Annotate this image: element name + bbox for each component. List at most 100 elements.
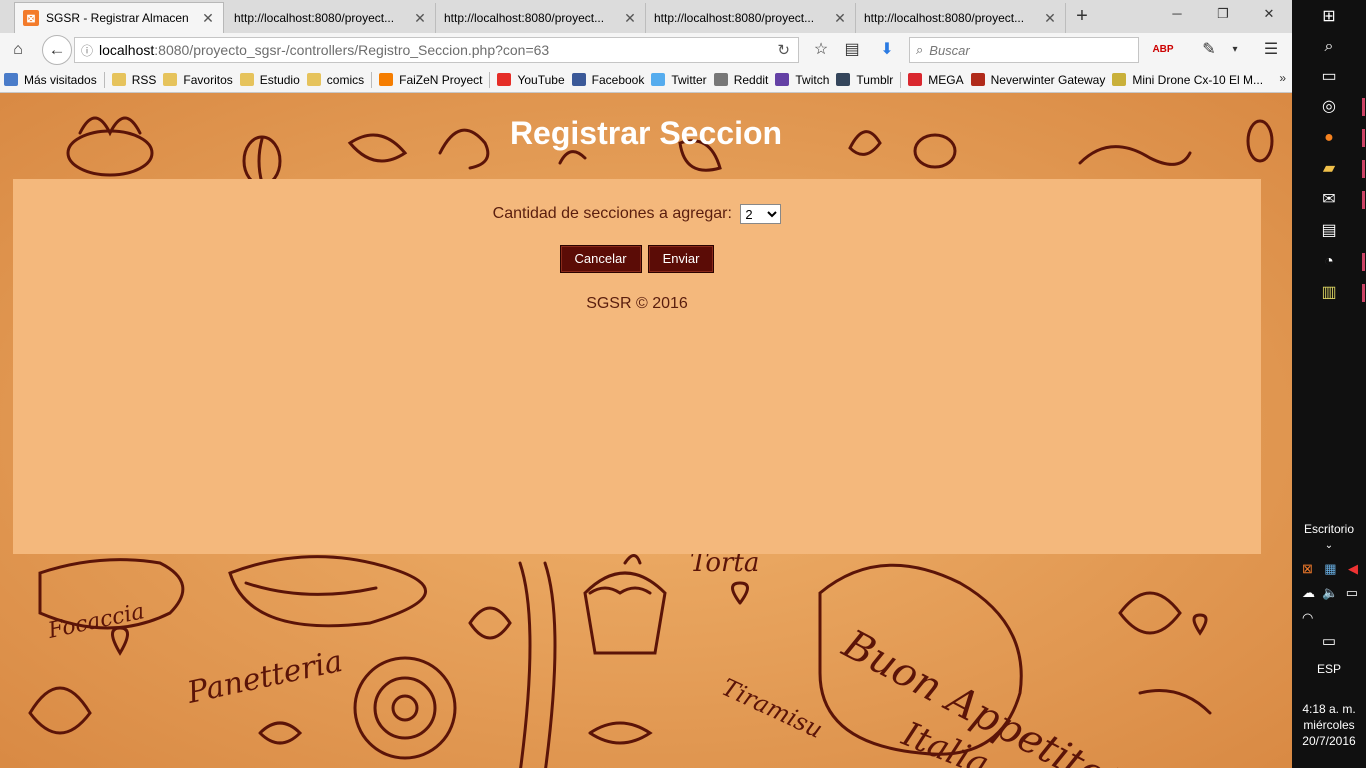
bookmark-neverwinter[interactable]: Neverwinter Gateway [970, 73, 1105, 87]
quantity-select[interactable]: 2 [740, 204, 782, 224]
tray-row-3: ◠ [1302, 610, 1358, 626]
bookmark-label: Más visitados [24, 72, 97, 87]
app-tray-icon[interactable]: ▦ [1324, 561, 1336, 577]
chevron-down-icon[interactable]: ▾ [1222, 37, 1248, 63]
tab-localhost-1[interactable]: http://localhost:8080/proyect... ✕ [226, 3, 436, 33]
bookmark-label: Mini Drone Cx-10 El M... [1132, 72, 1264, 87]
xampp-icon: ⊠ [23, 10, 39, 26]
cancel-button[interactable]: Cancelar [559, 245, 642, 273]
bookmark-tumblr[interactable]: Tumblr [836, 73, 893, 87]
control-panel-icon[interactable]: ◔ [1316, 249, 1342, 275]
language-indicator[interactable]: ESP [1292, 662, 1366, 676]
battery-icon[interactable]: ▭ [1346, 585, 1358, 601]
search-icon[interactable]: ⌕ [1316, 34, 1342, 60]
folder-icon [111, 73, 126, 86]
bookmark-faizen[interactable]: FaiZeN Proyect [379, 73, 482, 87]
window-close-button[interactable]: ✕ [1246, 0, 1292, 30]
back-button[interactable]: ← [42, 35, 72, 65]
bookmark-twitch[interactable]: Twitch [775, 73, 829, 87]
bookmark-comics[interactable]: comics [306, 72, 365, 87]
home-icon[interactable]: ⌂ [5, 37, 31, 63]
mail-icon[interactable]: ✉ [1316, 187, 1342, 213]
more-bookmarks-icon[interactable]: » [1279, 71, 1286, 85]
action-center-icon[interactable]: ▭ [1292, 632, 1366, 650]
bookmark-youtube[interactable]: YouTube [497, 73, 565, 87]
menu-icon[interactable]: ☰ [1258, 37, 1284, 63]
close-icon[interactable]: ✕ [623, 10, 637, 27]
windows-start-icon[interactable]: ⊞ [1316, 4, 1342, 30]
web-page: Focaccia Panetteria Torta Tiramisu Buon … [0, 93, 1292, 768]
bookmark-facebook[interactable]: Facebook [571, 72, 645, 87]
bookmark-label: comics [326, 72, 365, 87]
bookmark-mas-visitados[interactable]: Más visitados [4, 73, 97, 87]
firefox-icon[interactable]: ● [1316, 125, 1342, 151]
tumblr-icon [836, 73, 851, 86]
restore-button[interactable]: ❐ [1200, 0, 1246, 30]
notepad-icon[interactable]: ▥ [1316, 280, 1342, 306]
bookmarks-bar: Más visitados RSS Favoritos Estudio comi… [0, 67, 1292, 93]
chevron-down-icon[interactable]: ⌄ [1292, 540, 1366, 551]
reader-view-icon[interactable]: ▤ [839, 37, 865, 63]
form-buttons: Cancelar Enviar [13, 245, 1261, 273]
search-icon: ⌕ [916, 42, 924, 57]
speaker-icon[interactable]: 🔈 [1322, 585, 1338, 601]
close-icon[interactable]: ✕ [833, 10, 847, 27]
clock-date[interactable]: 20/7/2016 [1292, 734, 1366, 748]
bookmark-label: Twitch [795, 72, 830, 87]
bookmark-estudio[interactable]: Estudio [239, 73, 300, 87]
bookmark-rss[interactable]: RSS [111, 73, 156, 87]
file-explorer-icon[interactable]: ▰ [1316, 156, 1342, 182]
blogger-icon [379, 73, 394, 86]
new-tab-button[interactable]: + [1070, 5, 1094, 29]
bookmark-reddit[interactable]: Reddit [713, 73, 768, 87]
groove-music-icon[interactable]: ◎ [1316, 94, 1342, 120]
browser-window: ⊠ SGSR - Registrar Almacen ✕ http://loca… [0, 0, 1292, 768]
reload-icon[interactable]: ↻ [777, 41, 790, 59]
running-indicator [1362, 160, 1365, 178]
document-icon[interactable]: ▤ [1316, 218, 1342, 244]
tab-localhost-2[interactable]: http://localhost:8080/proyect... ✕ [436, 3, 646, 33]
folder-icon [163, 73, 178, 86]
running-indicator [1362, 191, 1365, 209]
tab-localhost-3[interactable]: http://localhost:8080/proyect... ✕ [646, 3, 856, 33]
minimize-button[interactable]: ─ [1154, 0, 1200, 30]
close-icon[interactable]: ✕ [1043, 10, 1057, 27]
onedrive-icon[interactable]: ☁ [1302, 585, 1315, 601]
bookmark-twitter[interactable]: Twitter [651, 73, 707, 87]
info-icon[interactable]: ⓘ [81, 42, 99, 59]
xampp-icon[interactable]: ⊠ [1302, 561, 1313, 577]
close-icon[interactable]: ✕ [201, 10, 215, 27]
tab-localhost-4[interactable]: http://localhost:8080/proyect... ✕ [856, 3, 1066, 33]
wifi-icon[interactable]: ◠ [1302, 610, 1313, 626]
desktop-label[interactable]: Escritorio [1292, 522, 1366, 536]
volume-alert-icon[interactable]: ◀ [1348, 561, 1358, 577]
navigation-bar: ⌂ ← ⓘ localhost:8080/proyecto_sgsr-/cont… [0, 33, 1292, 67]
tab-label: http://localhost:8080/proyect... [654, 11, 815, 25]
bookmark-mini-drone[interactable]: Mini Drone Cx-10 El M... [1112, 73, 1263, 87]
url-path: :8080/proyecto_sgsr-/controllers/Registr… [154, 42, 550, 58]
adblock-icon[interactable]: ABP [1150, 37, 1176, 63]
bookmark-label: Facebook [591, 72, 645, 87]
bookmark-label: Favoritos [183, 72, 233, 87]
form-panel: Cantidad de secciones a agregar: 2 Cance… [13, 179, 1261, 554]
divider [103, 71, 105, 88]
url-host: localhost [99, 42, 155, 58]
clock-day[interactable]: miércoles [1292, 718, 1366, 732]
tab-label: SGSR - Registrar Almacen [46, 11, 189, 25]
bookmark-favoritos[interactable]: Favoritos [163, 72, 233, 87]
bookmark-mega[interactable]: MEGA [908, 73, 964, 87]
task-view-icon[interactable]: ▭ [1316, 64, 1342, 90]
address-bar[interactable]: ⓘ localhost:8080/proyecto_sgsr-/controll… [74, 37, 799, 63]
tools-icon[interactable]: ✎ [1196, 37, 1222, 63]
clock-time[interactable]: 4:18 a. m. [1292, 702, 1366, 716]
twitch-icon [775, 73, 790, 86]
submit-button[interactable]: Enviar [647, 245, 715, 273]
download-icon[interactable]: ⬇ [874, 37, 900, 63]
bookmark-star-icon[interactable]: ☆ [808, 37, 834, 63]
running-indicator [1362, 253, 1365, 271]
page-footer: SGSR © 2016 [586, 295, 688, 312]
search-input[interactable]: ⌕ Buscar [909, 37, 1139, 63]
tab-registrar-almacen[interactable]: ⊠ SGSR - Registrar Almacen ✕ [14, 2, 224, 33]
close-icon[interactable]: ✕ [413, 10, 427, 27]
running-indicator [1362, 98, 1365, 116]
